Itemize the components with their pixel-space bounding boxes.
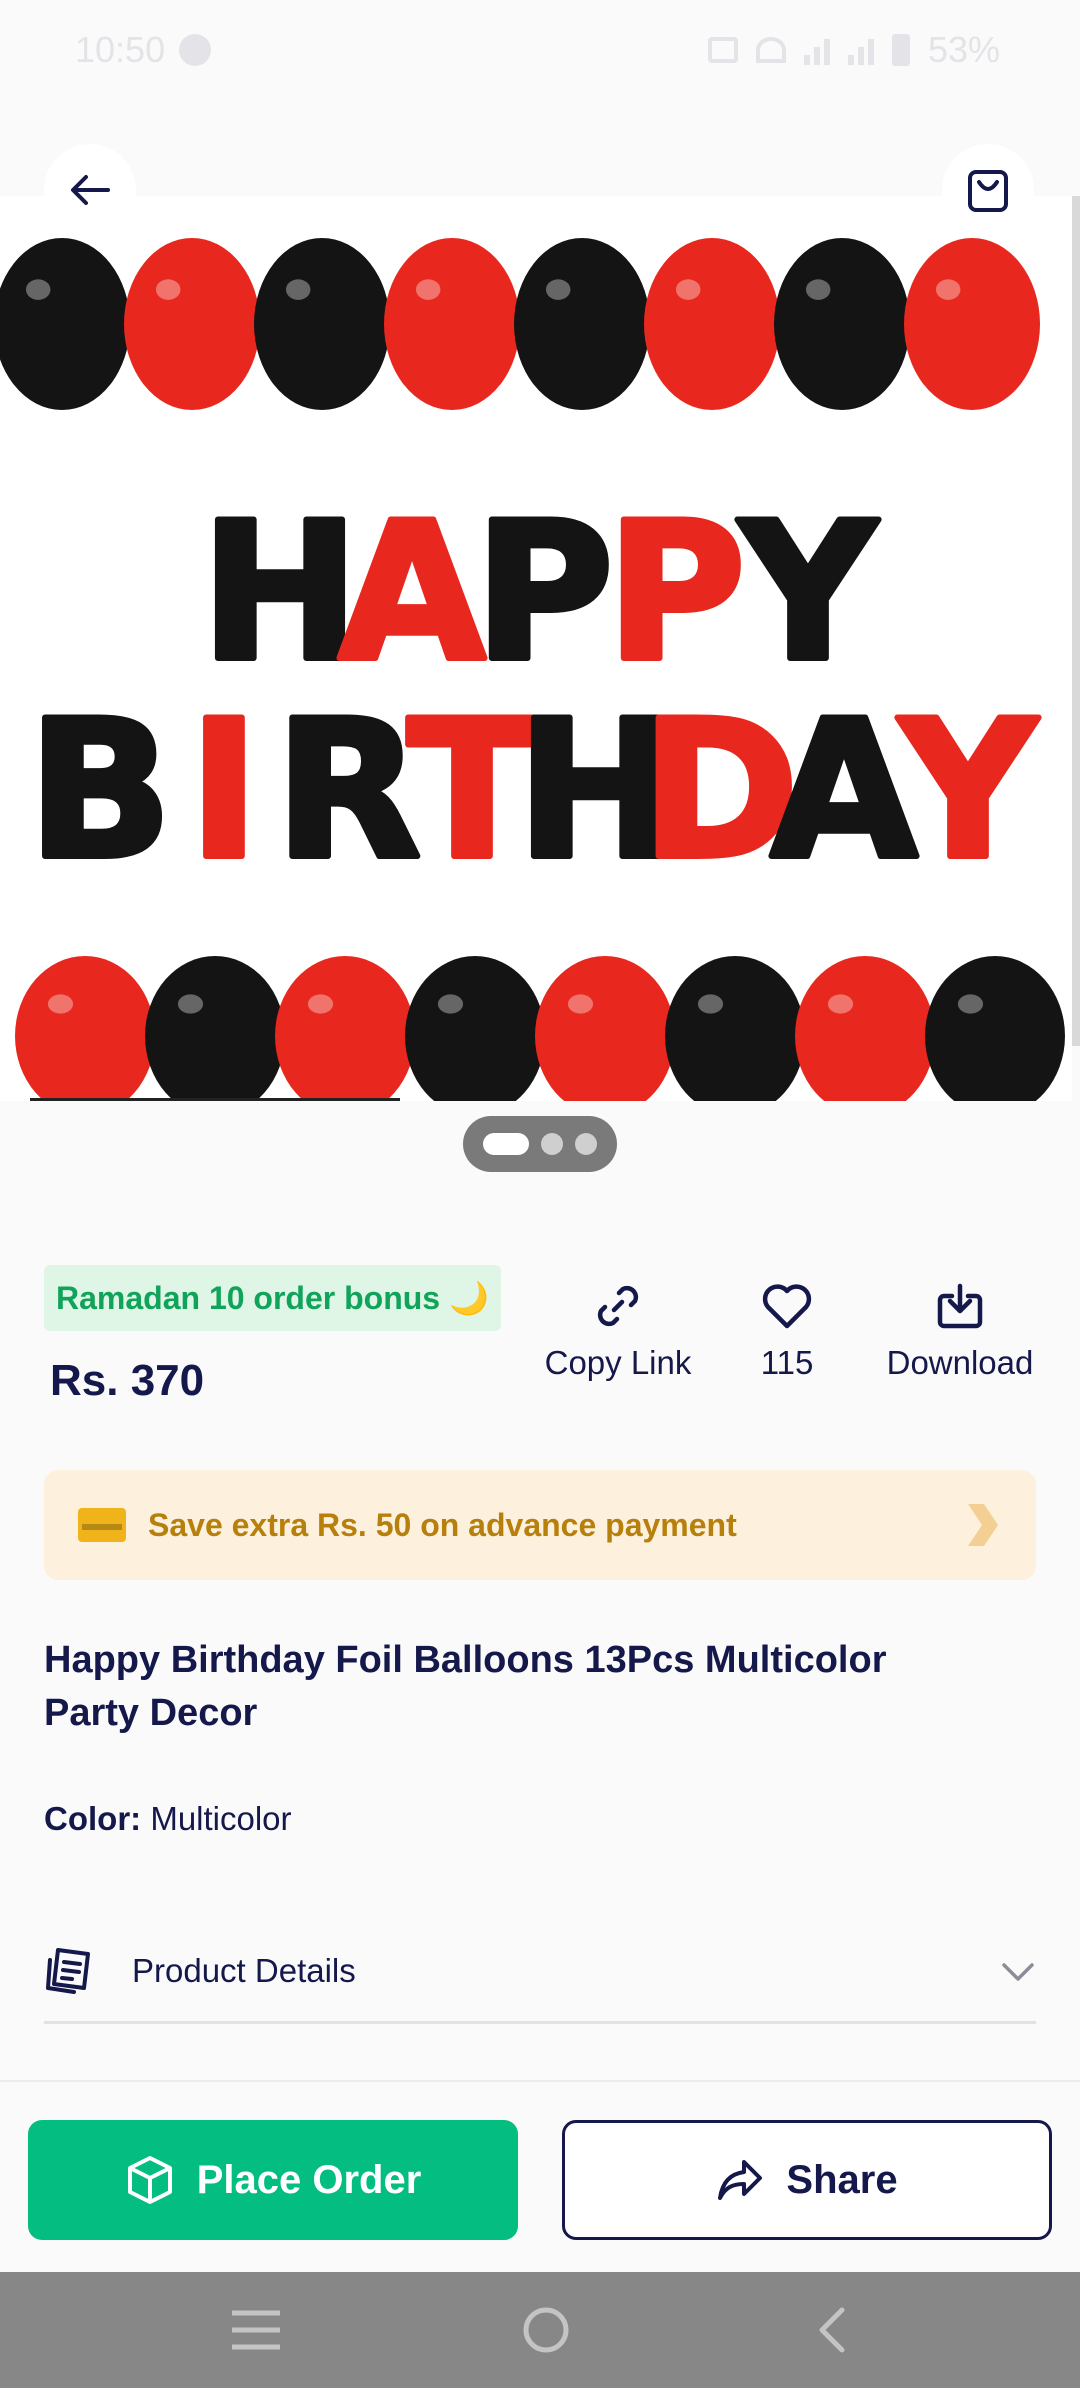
place-order-label: Place Order	[196, 2157, 422, 2202]
balloon	[665, 956, 805, 1101]
battery-icon	[891, 34, 910, 66]
balloon	[644, 238, 780, 410]
color-label: Color:	[44, 1800, 142, 1837]
cart-button[interactable]	[942, 144, 1034, 236]
place-order-button[interactable]: Place Order	[28, 2120, 518, 2240]
foil-letter: Y	[737, 482, 879, 703]
balloon	[0, 238, 130, 410]
advance-payment-text: Save extra Rs. 50 on advance payment	[148, 1506, 737, 1543]
status-time: 10:50	[75, 29, 166, 70]
balloon	[275, 956, 415, 1101]
document-icon	[46, 1947, 90, 1994]
foil-letter: A	[770, 680, 917, 901]
back-button[interactable]	[44, 144, 136, 236]
like-count: 115	[760, 1344, 814, 1381]
arrow-left-icon	[71, 175, 110, 205]
notification-icon	[179, 34, 212, 66]
link-icon	[597, 1285, 639, 1327]
balloon	[15, 956, 155, 1101]
signal-icon	[803, 35, 830, 65]
status-bar: 10:50 53%	[0, 0, 1080, 100]
battery-level: 53%	[927, 29, 1000, 70]
pager-dot[interactable]	[575, 1133, 597, 1155]
copy-link-label: Copy Link	[544, 1344, 692, 1381]
pager-dot-active[interactable]	[483, 1133, 529, 1155]
product-image[interactable]: HAPPY BIRTHDAY	[0, 196, 1072, 1101]
balloon	[254, 238, 390, 410]
advance-payment-banner[interactable]: Save extra Rs. 50 on advance payment	[44, 1470, 1036, 1580]
share-button[interactable]: Share	[562, 2120, 1052, 2240]
foil-letter: H	[200, 482, 359, 703]
image-indicator-line	[30, 1098, 400, 1101]
shopping-bag-icon	[968, 170, 1008, 212]
screen-record-icon	[707, 37, 738, 63]
foil-letter: P	[474, 482, 613, 703]
promo-badge: Ramadan 10 order bonus 🌙	[44, 1265, 501, 1331]
back-chevron-icon[interactable]	[810, 2305, 850, 2355]
share-arrow-icon	[718, 2160, 763, 2200]
download-icon	[937, 1283, 983, 1329]
color-row: Color: Multicolor	[44, 1800, 292, 1838]
pager-dot[interactable]	[541, 1133, 563, 1155]
bottom-divider	[0, 2080, 1080, 2082]
bottom-balloon-row	[15, 956, 1065, 1101]
foil-letter: R	[275, 680, 421, 901]
balloon	[145, 956, 285, 1101]
share-label: Share	[786, 2157, 898, 2202]
wifi-icon	[755, 37, 786, 63]
balloon	[795, 956, 935, 1101]
color-value: Multicolor	[150, 1800, 292, 1837]
image-scrollbar	[1072, 196, 1080, 1046]
happy-letters: HAPPY	[197, 479, 882, 706]
foil-letter: A	[338, 482, 485, 703]
copy-link-button[interactable]: Copy Link	[545, 1280, 691, 1382]
foil-letter: P	[606, 482, 745, 703]
like-button[interactable]: 115	[727, 1280, 847, 1382]
product-price: Rs. 370	[50, 1356, 205, 1405]
product-title: Happy Birthday Foil Balloons 13Pcs Multi…	[44, 1639, 887, 1734]
box-icon	[127, 2156, 172, 2204]
balloon	[514, 238, 650, 410]
balloon	[904, 238, 1040, 410]
download-label: Download	[886, 1344, 1034, 1381]
signal-icon-2	[847, 35, 874, 65]
balloon	[124, 238, 260, 410]
balloon	[925, 956, 1065, 1101]
balloon	[405, 956, 545, 1101]
product-details-label: Product Details	[132, 1951, 356, 1989]
chevron-right-icon	[968, 1504, 998, 1546]
heart-icon	[762, 1284, 812, 1329]
balloon	[384, 238, 520, 410]
system-navigation-bar	[0, 2272, 1080, 2388]
top-balloon-row	[0, 238, 1040, 410]
product-details-row[interactable]: Product Details	[44, 1920, 1036, 2024]
foil-letter: B	[28, 680, 173, 901]
foil-letter: I	[189, 680, 260, 901]
menu-icon[interactable]	[230, 2309, 282, 2351]
chevron-down-icon	[1002, 1962, 1034, 1981]
balloon-illustration: HAPPY B I RTHDAY	[0, 238, 1065, 1101]
balloon	[774, 238, 910, 410]
balloon	[535, 956, 675, 1101]
credit-card-icon	[78, 1508, 126, 1542]
product-page: 10:50 53% HAPPY BIRTHDAY Ramadan 10 orde…	[0, 0, 1080, 2388]
download-button[interactable]: Download	[880, 1280, 1040, 1382]
image-pager[interactable]	[463, 1116, 617, 1172]
home-circle-icon[interactable]	[521, 2305, 571, 2355]
birthday-letters: B I RTHDAY	[25, 677, 1043, 904]
foil-letter: Y	[897, 680, 1039, 901]
